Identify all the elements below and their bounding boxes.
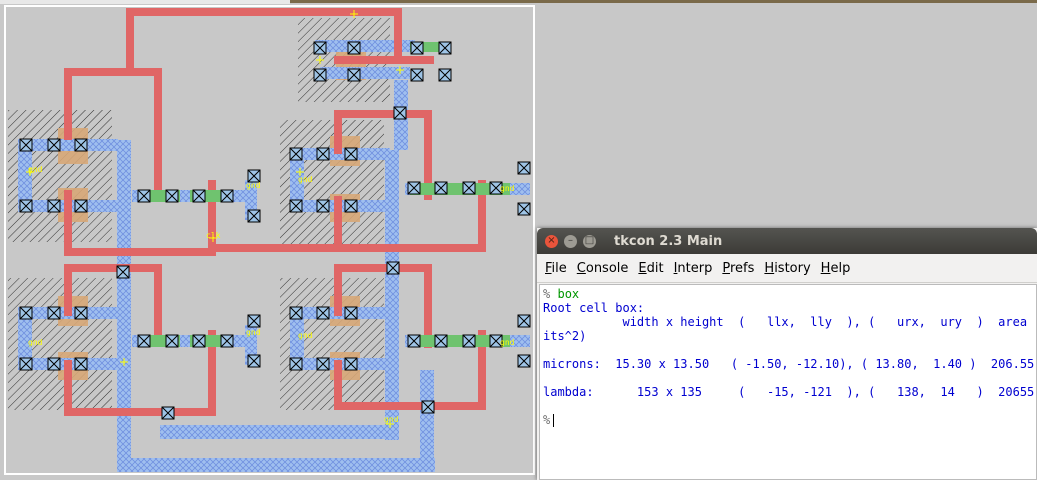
- menu-bar: File Console Edit Interp Prefs History H…: [537, 254, 1037, 283]
- tkcon-window[interactable]: × – □ tkcon 2.3 Main File Console Edit I…: [537, 228, 1037, 480]
- text-cursor: [553, 414, 555, 427]
- menu-file[interactable]: File: [545, 261, 567, 276]
- menu-prefs[interactable]: Prefs: [722, 261, 754, 276]
- maximize-icon[interactable]: □: [583, 234, 596, 248]
- window-title: tkcon 2.3 Main: [614, 233, 723, 249]
- label-gnd: gnd: [246, 328, 261, 337]
- console-command: box: [557, 287, 580, 301]
- console-line: width x height ( llx, lly ), ( urx, ury …: [543, 315, 1037, 329]
- label-gnd: gnd: [500, 184, 515, 193]
- minimize-icon[interactable]: –: [564, 234, 577, 248]
- label-gnd: gnd: [28, 338, 43, 347]
- console-prompt: %: [543, 287, 551, 301]
- label-gnd: gnd: [384, 415, 399, 424]
- console-line: its^2): [543, 329, 587, 343]
- menu-interp[interactable]: Interp: [674, 261, 713, 276]
- console-output[interactable]: % box Root cell box: width x height ( ll…: [539, 284, 1037, 480]
- label-gnd: gnd: [298, 331, 313, 340]
- menu-console[interactable]: Console: [577, 261, 629, 276]
- tkcon-titlebar[interactable]: × – □ tkcon 2.3 Main: [537, 228, 1037, 254]
- console-line: Root cell box:: [543, 301, 645, 315]
- close-icon[interactable]: ×: [545, 234, 558, 248]
- top-tab-bar: [0, 0, 290, 4]
- label-gnd: gnd: [246, 181, 261, 190]
- menu-help[interactable]: Help: [821, 261, 851, 276]
- console-line: microns: 15.30 x 13.50 ( -1.50, -12.10),…: [543, 357, 1035, 371]
- menu-edit[interactable]: Edit: [638, 261, 663, 276]
- label-gnd: gnd: [500, 338, 515, 347]
- console-input-prompt: %: [543, 413, 551, 427]
- label-gnd: gnd: [298, 175, 313, 184]
- menu-history[interactable]: History: [764, 261, 810, 276]
- console-line: lambda: 153 x 135 ( -15, -121 ), ( 138, …: [543, 385, 1035, 399]
